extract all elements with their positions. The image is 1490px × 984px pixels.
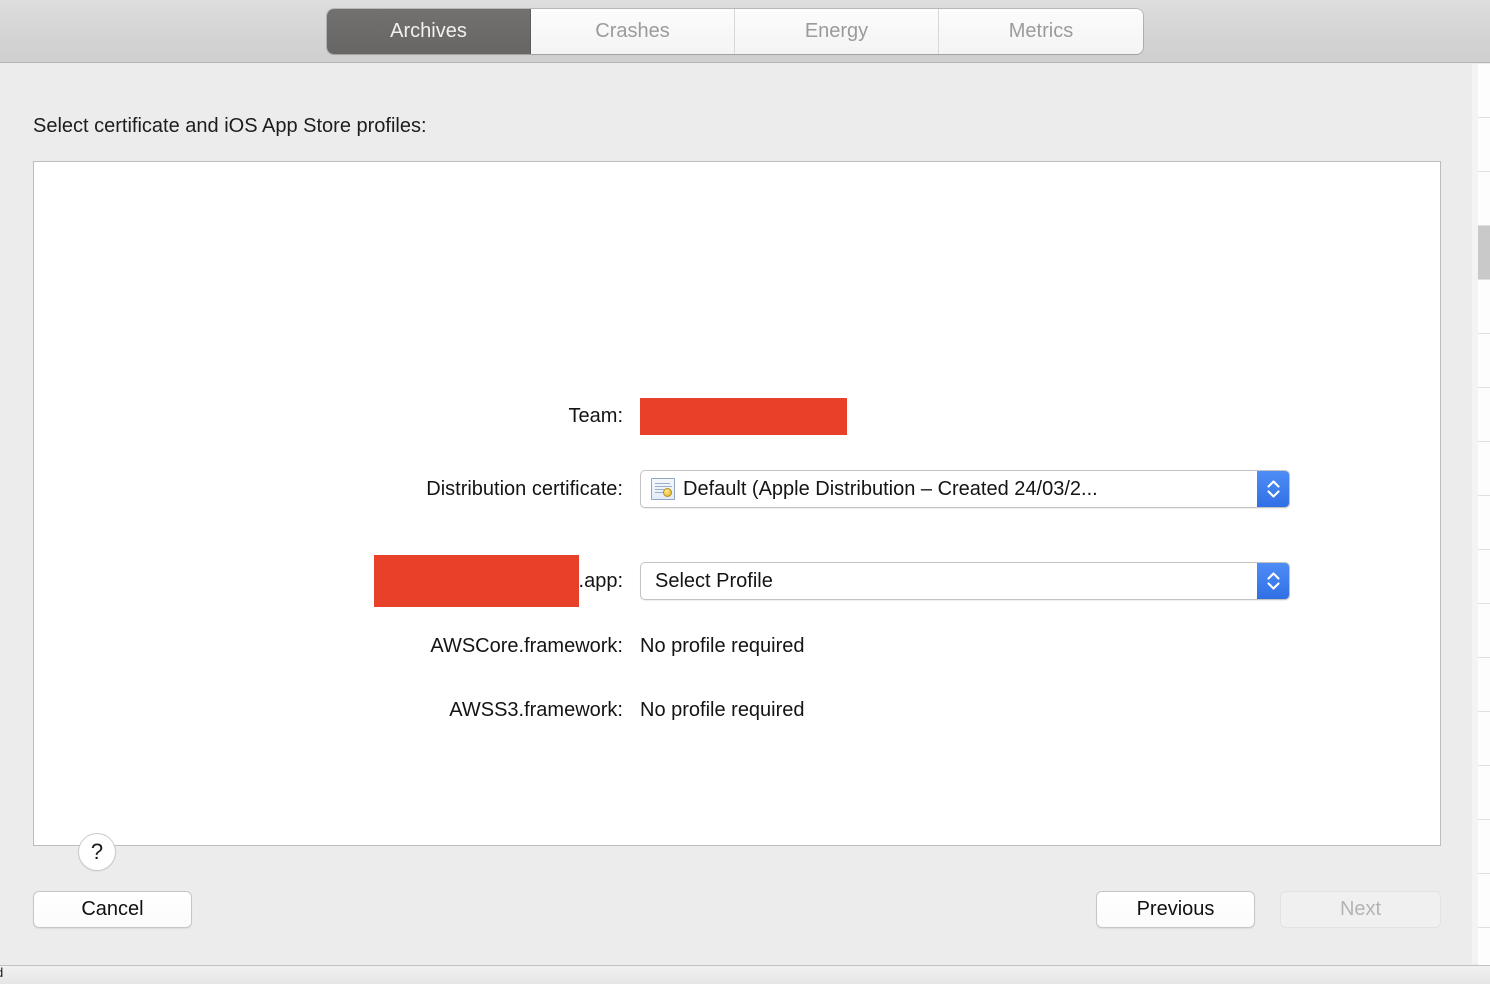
distribution-certificate-stepper[interactable] [1257,471,1289,507]
list-item[interactable] [1478,64,1490,118]
team-redaction-block [640,397,847,435]
certificate-icon [651,478,675,500]
list-item[interactable] [1478,172,1490,226]
list-item[interactable] [1478,658,1490,712]
distribution-certificate-popup-text: Default (Apple Distribution – Created 24… [683,477,1098,500]
form-row-awscore-framework: AWSCore.framework: No profile required [34,626,1440,666]
help-button-glyph: ? [90,839,104,864]
form-row-team: Team: [34,396,1440,436]
awss3-framework-value: No profile required [640,698,805,721]
background-archive-list [1478,64,1490,982]
form-row-app-profile: .app: Select Profile [34,555,1440,607]
list-item[interactable] [1478,334,1490,388]
app-profile-label-text: .app: [578,569,623,592]
app-profile-popup[interactable]: Select Profile [640,562,1290,600]
cancel-button[interactable]: Cancel [33,891,192,928]
next-button: Next [1280,891,1441,928]
help-button[interactable]: ? [78,833,116,871]
app-profile-stepper[interactable] [1257,563,1289,599]
team-label: Team: [568,404,623,427]
app-profile-popup-text: Select Profile [655,569,773,592]
list-item[interactable] [1478,442,1490,496]
list-item[interactable] [1478,550,1490,604]
distribution-certificate-value: Default (Apple Distribution – Created 24… [640,470,1290,508]
distribution-sheet: Select certificate and iOS App Store pro… [0,64,1472,964]
app-profile-value: Select Profile [640,562,1290,600]
organizer-tab-bar: Archives Crashes Energy Metrics [327,9,1143,54]
previous-button-label: Previous [1136,898,1215,920]
tab-energy[interactable]: Energy [735,9,939,54]
form-row-distribution-certificate: Distribution certificate: Default (Apple… [34,469,1440,509]
tab-metrics-label: Metrics [1008,20,1074,42]
list-item[interactable] [1478,280,1490,334]
app-profile-label: .app: [34,555,623,607]
list-item[interactable] [1478,766,1490,820]
list-item[interactable] [1478,712,1490,766]
list-item[interactable] [1478,604,1490,658]
tab-crashes[interactable]: Crashes [531,9,735,54]
background-status-bar [0,965,1490,984]
previous-button[interactable]: Previous [1096,891,1255,928]
background-scrollbar[interactable] [1471,64,1478,964]
cancel-button-label: Cancel [81,898,144,920]
profiles-panel: Team: Distribution certificate: Default … [33,161,1441,871]
background-status-text: d [0,963,3,983]
tab-archives-label: Archives [390,20,467,42]
tab-archives[interactable]: Archives [327,9,531,54]
awss3-framework-label: AWSS3.framework: [449,698,623,721]
awscore-framework-value: No profile required [640,634,805,657]
tab-crashes-label: Crashes [595,20,670,42]
distribution-certificate-popup[interactable]: Default (Apple Distribution – Created 24… [640,470,1290,508]
list-item[interactable] [1478,118,1490,172]
list-item[interactable] [1478,820,1490,874]
team-value [640,397,847,435]
next-button-label: Next [1339,898,1382,920]
list-item[interactable] [1478,226,1490,280]
list-item[interactable] [1478,874,1490,928]
awscore-framework-label: AWSCore.framework: [430,634,623,657]
tab-energy-label: Energy [804,20,869,42]
form-row-awss3-framework: AWSS3.framework: No profile required [34,690,1440,730]
list-item[interactable] [1478,388,1490,442]
sheet-title: Select certificate and iOS App Store pro… [33,115,427,137]
tab-metrics[interactable]: Metrics [939,9,1143,54]
distribution-certificate-label: Distribution certificate: [426,477,623,500]
list-item[interactable] [1478,496,1490,550]
app-name-redaction-block [373,555,579,607]
